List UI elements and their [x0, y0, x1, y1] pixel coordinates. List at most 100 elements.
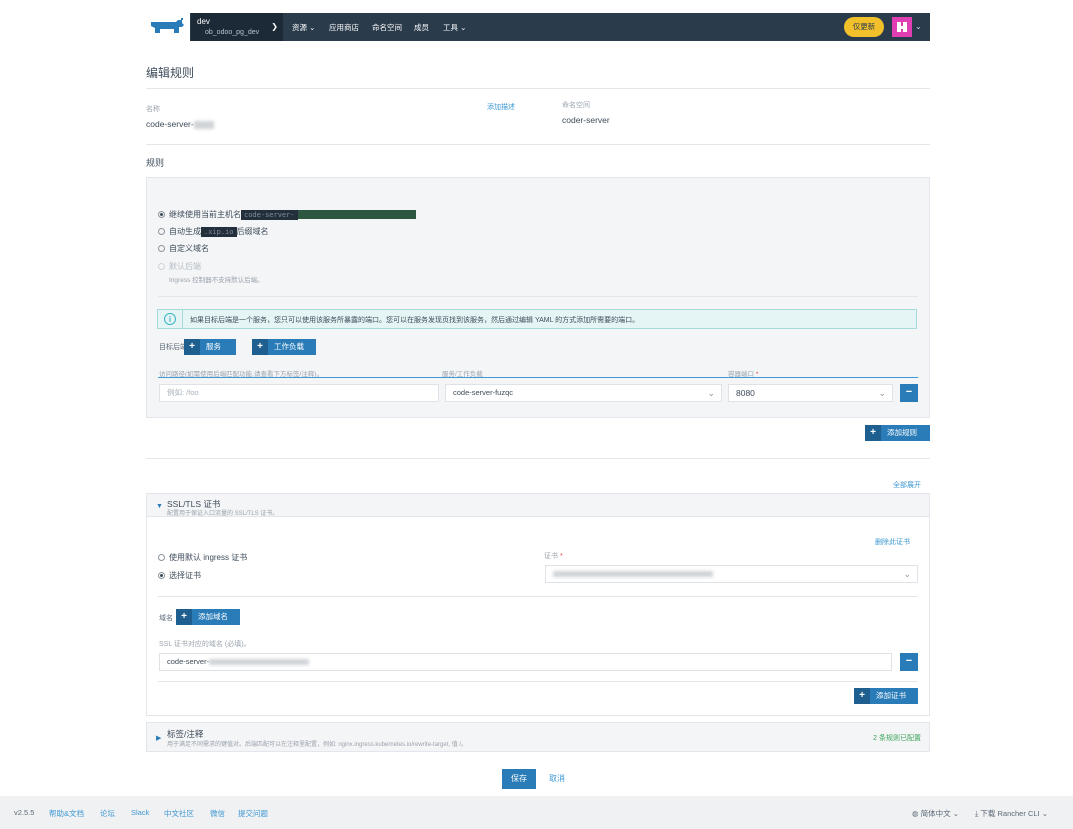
radio-unchecked-icon [158, 228, 165, 235]
version-label: v2.5.5 [14, 808, 35, 817]
radio-unchecked-icon [158, 554, 165, 561]
plus-icon: + [176, 609, 192, 625]
target-backend-label: 目标后端 [159, 344, 187, 351]
default-backend-hint: Ingress 控制器不支持默认后端。 [169, 277, 264, 284]
name-field[interactable]: code-server- [146, 119, 214, 129]
chevron-down-icon: ⌄ [952, 809, 960, 818]
add-rule-button[interactable]: + 添加规则 [865, 425, 930, 441]
add-workload-button[interactable]: + 工作负载 [252, 339, 316, 355]
radio-default-backend[interactable]: 默认后端 [158, 261, 201, 272]
add-description-link[interactable]: 添加描述 [487, 102, 515, 112]
chevron-down-icon: ⌄ [309, 23, 316, 32]
ssl-host-input[interactable]: code-server- [159, 653, 892, 671]
add-host-button[interactable]: + 添加域名 [176, 609, 240, 625]
radio-select-cert[interactable]: 选择证书 [158, 570, 201, 581]
nav-namespaces[interactable]: 命名空间 [372, 22, 402, 33]
labels-panel[interactable]: ▶ 标签/注释 用于满足不同需求的键值对。后端匹配可以在注释里配置，例如: ng… [146, 722, 930, 752]
expand-all-link[interactable]: 全部展开 [893, 480, 921, 490]
remove-path-button[interactable]: − [900, 384, 918, 402]
footer-link-slack[interactable]: Slack [131, 808, 149, 817]
rules-section-title: 规则 [146, 158, 165, 168]
radio-checked-icon [158, 211, 165, 218]
divider [146, 88, 930, 89]
redacted-text [553, 571, 713, 578]
radio-custom-domain[interactable]: 自定义域名 [158, 243, 209, 254]
language-selector[interactable]: ◍ 简体中文 ⌄ [912, 808, 959, 819]
ssl-panel: ▼ SSL/TLS 证书 配置用于保证入口流量的 SSL/TLS 证书。 删除此… [146, 493, 930, 716]
info-icon: i [164, 313, 176, 325]
divider [158, 377, 918, 378]
plus-icon: + [865, 425, 881, 441]
footer-link-help[interactable]: 帮助&文档 [49, 808, 84, 819]
bottom-bar: v2.5.5 帮助&文档 论坛 Slack 中文社区 微信 提交问题 ◍ 简体中… [0, 796, 1073, 829]
expand-triangle-icon: ▶ [156, 735, 162, 742]
footer-link-forum[interactable]: 论坛 [100, 808, 115, 819]
page-title: 编辑规则 [146, 66, 195, 80]
plus-icon: + [252, 339, 268, 355]
rancher-logo[interactable] [146, 13, 190, 41]
footer-link-community[interactable]: 中文社区 [164, 808, 194, 819]
cert-label: 证书 * [544, 553, 563, 560]
plus-icon: + [184, 339, 200, 355]
chevron-down-icon: ⌄ [707, 388, 715, 398]
radio-checked-icon [158, 572, 165, 579]
nav-tools[interactable]: 工具 ⌄ [443, 22, 466, 33]
ssl-panel-header[interactable]: ▼ SSL/TLS 证书 配置用于保证入口流量的 SSL/TLS 证书。 [147, 494, 929, 517]
chevron-down-icon[interactable]: ⌄ [915, 22, 922, 31]
collapse-triangle-icon: ▼ [156, 503, 163, 510]
rule-card: 继续使用当前主机名 code-server- 自动生成 .xip.io 后缀域名 自定… [146, 177, 930, 418]
remove-cert-link[interactable]: 删除此证书 [875, 537, 910, 547]
ssl-host-hint: SSL 证书对应的域名 (必填)。 [159, 641, 251, 648]
footer-link-issue[interactable]: 提交问题 [238, 808, 268, 819]
divider [146, 458, 930, 459]
name-label: 名称 [146, 106, 160, 113]
add-cert-button[interactable]: + 添加证书 [854, 688, 918, 704]
chevron-down-icon: ⌄ [903, 569, 911, 579]
download-cli-link[interactable]: ⤓ 下载 Rancher CLI ⌄ [975, 808, 1048, 819]
divider [158, 681, 918, 682]
download-icon: ⤓ [975, 809, 979, 818]
globe-icon: ◍ [912, 809, 919, 818]
namespace-label: 命名空间 [562, 102, 590, 109]
radio-unchecked-icon [158, 263, 165, 270]
cert-select[interactable]: ⌄ [545, 565, 918, 583]
avatar[interactable] [892, 17, 912, 37]
redacted-text [209, 659, 310, 666]
project-name: ob_odoo_pg_dev [205, 29, 260, 36]
radio-keep-hostname[interactable]: 继续使用当前主机名 code-server- [158, 209, 416, 220]
cluster-project-switcher[interactable]: dev ob_odoo_pg_dev ❯ [191, 13, 283, 41]
radio-default-cert[interactable]: 使用默认 ingress 证书 [158, 552, 247, 563]
xip-tag: .xip.io [201, 226, 237, 237]
chevron-down-icon: ⌄ [1041, 809, 1048, 818]
nav-members[interactable]: 成员 [414, 22, 429, 33]
labels-subtitle: 用于满足不同需求的键值对。后端匹配可以在注释里配置，例如: nginx.ingr… [167, 742, 468, 748]
upgrade-button[interactable]: 仅更新 [844, 17, 884, 37]
nav-app-store[interactable]: 应用商店 [329, 22, 359, 33]
top-nav: dev ob_odoo_pg_dev ❯ 资源 ⌄ 应用商店 命名空间 成员 工… [146, 13, 930, 41]
remove-host-button[interactable]: − [900, 653, 918, 671]
divider [146, 144, 930, 145]
ssl-subtitle: 配置用于保证入口流量的 SSL/TLS 证书。 [167, 511, 279, 517]
radio-auto-generate[interactable]: 自动生成 .xip.io 后缀域名 [158, 226, 269, 237]
chevron-down-icon: ❯ [271, 22, 278, 31]
footer-link-wechat[interactable]: 微信 [210, 808, 225, 819]
path-input[interactable]: 例如: /foo [159, 384, 439, 402]
hostname-tag: code-server- [241, 209, 298, 220]
chevron-down-icon: ⌄ [878, 388, 886, 398]
plus-icon: + [854, 688, 870, 704]
info-banner: i 如果目标后端是一个服务，您只可以使用该服务所暴露的端口。您可以在服务发现页找… [157, 309, 917, 329]
cancel-button[interactable]: 取消 [542, 769, 572, 789]
divider [158, 596, 918, 597]
nav-resources[interactable]: 资源 ⌄ [292, 22, 315, 33]
redacted-hostname [297, 210, 416, 220]
save-button[interactable]: 保存 [502, 769, 536, 789]
divider [158, 296, 918, 297]
radio-unchecked-icon [158, 245, 165, 252]
namespace-value: coder-server [562, 115, 610, 125]
service-select[interactable]: code-server-fuzqc ⌄ [445, 384, 722, 402]
divider [182, 310, 183, 328]
labels-status: 2 条规则已配置 [873, 735, 921, 742]
add-service-button[interactable]: + 服务 [184, 339, 236, 355]
info-text: 如果目标后端是一个服务，您只可以使用该服务所暴露的端口。您可以在服务发现页找到该… [190, 317, 640, 324]
port-select[interactable]: 8080 ⌄ [728, 384, 893, 402]
